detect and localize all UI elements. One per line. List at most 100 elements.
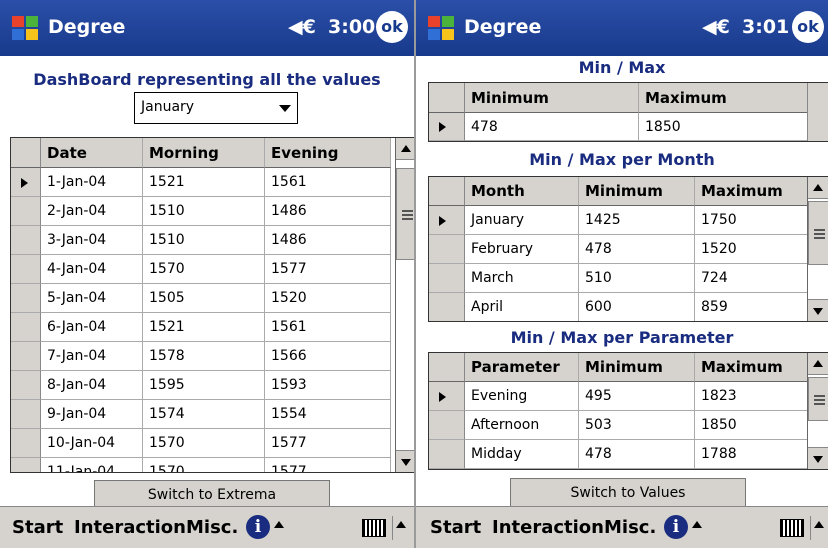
row-selector[interactable] (11, 458, 41, 472)
table-cell[interactable]: Afternoon (465, 411, 579, 440)
row-selector[interactable] (11, 313, 41, 342)
table-cell[interactable]: 1595 (143, 371, 265, 400)
table-cell[interactable]: 478 (465, 113, 639, 141)
scroll-down-button[interactable] (808, 299, 828, 321)
scroll-up-button[interactable] (396, 138, 414, 160)
row-selector[interactable] (429, 113, 465, 141)
table-cell[interactable]: 1570 (143, 255, 265, 284)
row-selector[interactable] (429, 411, 465, 440)
table-cell[interactable]: 4-Jan-04 (41, 255, 143, 284)
table-cell[interactable]: 1593 (265, 371, 391, 400)
row-selector[interactable] (429, 206, 465, 235)
table-cell[interactable]: 1788 (695, 440, 809, 469)
table-cell[interactable]: 6-Jan-04 (41, 313, 143, 342)
row-selector[interactable] (11, 255, 41, 284)
interaction-menu[interactable]: Interaction (492, 517, 604, 538)
ok-button[interactable]: ok (792, 11, 824, 43)
vertical-scrollbar[interactable] (807, 177, 828, 321)
keyboard-icon[interactable] (780, 519, 804, 537)
scroll-thumb[interactable] (808, 377, 828, 421)
table-cell[interactable]: 510 (579, 264, 695, 293)
misc-menu[interactable]: Misc. (186, 517, 238, 538)
scroll-thumb[interactable] (396, 168, 414, 260)
table-cell[interactable]: February (465, 235, 579, 264)
table-cell[interactable]: 1577 (265, 255, 391, 284)
column-header[interactable]: Date (41, 138, 143, 168)
row-selector[interactable] (11, 284, 41, 313)
chevron-down-icon[interactable] (279, 105, 291, 112)
vertical-scrollbar[interactable] (807, 353, 828, 469)
table-cell[interactable]: 1425 (579, 206, 695, 235)
month-select[interactable]: January (134, 92, 298, 124)
table-cell[interactable]: 1521 (143, 168, 265, 197)
table-cell[interactable]: 9-Jan-04 (41, 400, 143, 429)
row-selector[interactable] (11, 226, 41, 255)
row-selector[interactable] (429, 382, 465, 411)
speaker-icon[interactable]: ◀€ (288, 16, 316, 38)
scroll-up-button[interactable] (808, 353, 828, 375)
table-cell[interactable]: 1486 (265, 197, 391, 226)
table-cell[interactable]: 1578 (143, 342, 265, 371)
table-cell[interactable]: 1505 (143, 284, 265, 313)
speaker-icon[interactable]: ◀€ (702, 16, 730, 38)
vertical-scrollbar[interactable] (395, 138, 414, 472)
table-cell[interactable]: 1566 (265, 342, 391, 371)
table-cell[interactable]: 1577 (265, 458, 391, 472)
keyboard-icon[interactable] (362, 519, 386, 537)
table-cell[interactable]: 1486 (265, 226, 391, 255)
column-header[interactable]: Minimum (579, 177, 695, 206)
input-selector-button[interactable] (810, 516, 824, 540)
column-header[interactable]: Morning (143, 138, 265, 168)
table-cell[interactable]: 724 (695, 264, 809, 293)
table-cell[interactable]: 7-Jan-04 (41, 342, 143, 371)
table-cell[interactable]: 1561 (265, 313, 391, 342)
column-header[interactable]: Parameter (465, 353, 579, 382)
table-cell[interactable]: 8-Jan-04 (41, 371, 143, 400)
table-cell[interactable]: 1750 (695, 206, 809, 235)
table-cell[interactable]: 1510 (143, 197, 265, 226)
table-cell[interactable]: 1577 (265, 429, 391, 458)
start-menu[interactable]: Start (430, 517, 481, 538)
table-cell[interactable]: April (465, 293, 579, 321)
info-icon[interactable]: i (664, 515, 688, 539)
row-selector[interactable] (11, 400, 41, 429)
input-selector-button[interactable] (392, 516, 406, 540)
column-header[interactable]: Evening (265, 138, 391, 168)
column-header[interactable]: Maximum (695, 353, 809, 382)
table-cell[interactable]: 495 (579, 382, 695, 411)
table-cell[interactable]: 1850 (639, 113, 811, 141)
row-selector[interactable] (11, 168, 41, 197)
column-header[interactable]: Maximum (639, 83, 811, 113)
table-cell[interactable]: 1510 (143, 226, 265, 255)
table-cell[interactable]: 1570 (143, 458, 265, 472)
table-cell[interactable]: 1570 (143, 429, 265, 458)
table-cell[interactable]: 1521 (143, 313, 265, 342)
misc-menu[interactable]: Misc. (604, 517, 656, 538)
table-cell[interactable]: 600 (579, 293, 695, 321)
table-cell[interactable]: 478 (579, 235, 695, 264)
column-header[interactable]: Minimum (579, 353, 695, 382)
ok-button[interactable]: ok (376, 11, 408, 43)
table-cell[interactable]: Evening (465, 382, 579, 411)
table-cell[interactable]: January (465, 206, 579, 235)
table-cell[interactable]: 10-Jan-04 (41, 429, 143, 458)
table-cell[interactable]: 1823 (695, 382, 809, 411)
row-selector[interactable] (429, 440, 465, 469)
scroll-up-button[interactable] (808, 177, 828, 199)
row-selector[interactable] (11, 342, 41, 371)
scroll-thumb[interactable] (808, 201, 828, 265)
scroll-down-button[interactable] (396, 450, 414, 472)
table-cell[interactable]: 1-Jan-04 (41, 168, 143, 197)
column-header[interactable]: Minimum (465, 83, 639, 113)
column-header[interactable]: Month (465, 177, 579, 206)
windows-flag-icon[interactable] (10, 13, 40, 43)
table-cell[interactable]: 5-Jan-04 (41, 284, 143, 313)
chevron-up-icon[interactable] (692, 521, 702, 528)
table-cell[interactable]: 11-Jan-04 (41, 458, 143, 472)
switch-to-values-button[interactable]: Switch to Values (510, 478, 746, 508)
table-cell[interactable]: 478 (579, 440, 695, 469)
row-selector[interactable] (11, 197, 41, 226)
chevron-up-icon[interactable] (274, 521, 284, 528)
table-cell[interactable]: 3-Jan-04 (41, 226, 143, 255)
table-cell[interactable]: Midday (465, 440, 579, 469)
